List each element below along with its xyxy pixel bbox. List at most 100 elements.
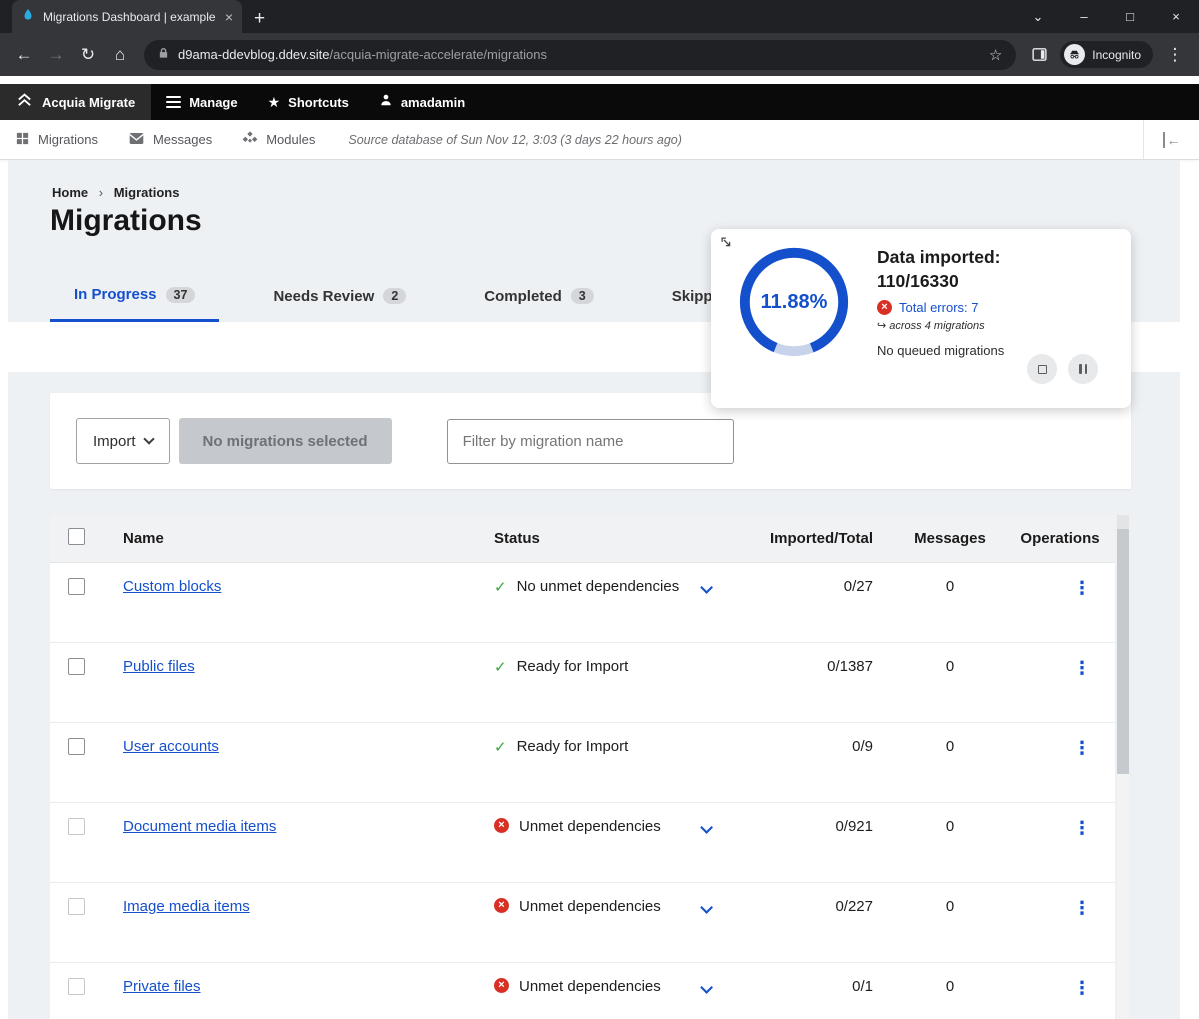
breadcrumb-home-link[interactable]: Home	[52, 185, 88, 200]
kebab-menu-icon[interactable]: ⋮	[1073, 898, 1091, 918]
messages-count: 0	[895, 802, 1005, 882]
nav-migrations[interactable]: Migrations	[0, 131, 113, 149]
kebab-menu-icon[interactable]: ⋮	[1073, 578, 1091, 598]
resize-corner-icon[interactable]	[719, 235, 734, 255]
row-checkbox[interactable]	[68, 978, 85, 995]
migration-link[interactable]: Custom blocks	[123, 578, 221, 595]
pause-button[interactable]	[1068, 354, 1098, 384]
imported-total: 0/9	[770, 722, 895, 802]
table-row: Custom blocks ✓No unmet dependencies 0/2…	[50, 562, 1115, 642]
tab-needs-review[interactable]: Needs Review 2	[249, 270, 430, 322]
pause-icon	[1079, 364, 1087, 374]
kebab-menu-icon[interactable]: ⋮	[1073, 738, 1091, 758]
hook-arrow-icon: ↪	[877, 320, 886, 332]
tab-strip: Migrations Dashboard | example × + ⌄ – □…	[0, 0, 1199, 33]
drupal-logo-icon	[21, 8, 35, 25]
migration-link[interactable]: Image media items	[123, 898, 250, 915]
messages-count: 0	[895, 962, 1005, 1019]
check-icon: ✓	[494, 738, 507, 756]
minimize-button[interactable]: –	[1061, 9, 1107, 24]
progress-percent: 11.88%	[735, 243, 853, 361]
manage-menu[interactable]: Manage	[151, 84, 252, 120]
scrollbar-up-button[interactable]	[1117, 515, 1129, 529]
row-checkbox[interactable]	[68, 898, 85, 915]
page-viewport: Acquia Migrate Manage ★ Shortcuts amadam…	[0, 76, 1199, 1019]
address-bar[interactable]: d9ama-ddevblog.ddev.site/acquia-migrate-…	[144, 40, 1016, 70]
breadcrumb-current: Migrations	[114, 185, 180, 200]
maximize-button[interactable]: □	[1107, 9, 1153, 24]
row-checkbox[interactable]	[68, 578, 85, 595]
collapse-icon: ←	[1163, 132, 1181, 148]
messages-count: 0	[895, 882, 1005, 962]
row-checkbox[interactable]	[68, 818, 85, 835]
admin-toolbar: Acquia Migrate Manage ★ Shortcuts amadam…	[0, 84, 1199, 120]
migration-link[interactable]: Document media items	[123, 818, 276, 835]
collapse-toolbar-button[interactable]: ←	[1143, 120, 1199, 159]
breadcrumb-separator: ›	[99, 185, 103, 200]
browser-toolbar: ← → ↻ ⌂ d9ama-ddevblog.ddev.site/acquia-…	[0, 33, 1199, 76]
forward-icon[interactable]: →	[40, 39, 72, 71]
secondary-toolbar: Migrations Messages Modules Source datab…	[0, 120, 1199, 160]
imported-total: 0/227	[770, 882, 895, 962]
kebab-menu-icon[interactable]: ⋮	[1073, 818, 1091, 838]
tab-search-chevron-icon[interactable]: ⌄	[1015, 9, 1061, 25]
kebab-menu-icon[interactable]: ⋮	[1073, 978, 1091, 998]
close-window-button[interactable]: ×	[1153, 9, 1199, 24]
migration-link[interactable]: Private files	[123, 978, 201, 995]
check-icon: ✓	[494, 578, 507, 596]
scrollbar-thumb[interactable]	[1117, 529, 1129, 774]
browser-window: Migrations Dashboard | example × + ⌄ – □…	[0, 0, 1199, 1019]
bookmark-star-icon[interactable]: ☆	[989, 46, 1002, 64]
select-all-checkbox[interactable]	[68, 528, 85, 545]
incognito-icon	[1064, 44, 1085, 65]
star-icon: ★	[268, 94, 281, 111]
import-dropdown-button[interactable]: Import	[76, 418, 170, 464]
error-icon: ×	[494, 978, 509, 993]
nav-modules[interactable]: Modules	[227, 130, 330, 149]
count-badge: 3	[571, 288, 594, 304]
reload-icon[interactable]: ↻	[72, 39, 104, 71]
incognito-badge: Incognito	[1060, 41, 1153, 68]
home-icon[interactable]: ⌂	[104, 39, 136, 71]
across-migrations-note: ↪ across 4 migrations	[877, 319, 1127, 332]
table-row: Image media items ×Unmet dependencies 0/…	[50, 882, 1115, 962]
breadcrumb: Home › Migrations	[52, 185, 179, 200]
messages-count: 0	[895, 562, 1005, 642]
row-checkbox[interactable]	[68, 658, 85, 675]
tab-close-icon[interactable]: ×	[225, 9, 233, 25]
filter-input[interactable]	[447, 419, 734, 464]
data-imported-label: Data imported:	[877, 245, 1127, 269]
table-row: Public files ✓Ready for Import 0/1387 0 …	[50, 642, 1115, 722]
tab-completed[interactable]: Completed 3	[460, 270, 617, 322]
acquia-migrate-brand[interactable]: Acquia Migrate	[0, 84, 151, 120]
migration-link[interactable]: Public files	[123, 658, 195, 675]
kebab-menu-icon[interactable]: ⋮	[1073, 658, 1091, 678]
row-checkbox[interactable]	[68, 738, 85, 755]
imported-total: 0/1387	[770, 642, 895, 722]
progress-card: 11.88% Data imported: 110/16330 × Total …	[711, 229, 1131, 408]
new-tab-button[interactable]: +	[254, 9, 265, 28]
imported-total: 0/27	[770, 562, 895, 642]
progress-ring: 11.88%	[735, 243, 853, 361]
tab-in-progress[interactable]: In Progress 37	[50, 270, 219, 322]
incognito-label: Incognito	[1092, 48, 1141, 62]
shortcuts-menu[interactable]: ★ Shortcuts	[253, 84, 364, 120]
side-panel-icon[interactable]	[1024, 46, 1054, 63]
back-icon[interactable]: ←	[8, 39, 40, 71]
stop-button[interactable]	[1027, 354, 1057, 384]
modules-icon	[242, 130, 258, 149]
window-controls: ⌄ – □ ×	[1015, 0, 1199, 33]
view-tabs: In Progress 37 Needs Review 2 Completed …	[50, 270, 754, 322]
main-content: Home › Migrations Migrations In Progress…	[0, 160, 1199, 1019]
total-errors-link[interactable]: Total errors: 7	[899, 300, 978, 315]
nav-messages[interactable]: Messages	[113, 131, 227, 149]
table-scrollbar[interactable]	[1117, 515, 1129, 1019]
migration-link[interactable]: User accounts	[123, 738, 219, 755]
no-migrations-selected-button[interactable]: No migrations selected	[179, 418, 392, 464]
browser-tab[interactable]: Migrations Dashboard | example ×	[12, 0, 242, 33]
browser-menu-icon[interactable]: ⋮	[1159, 39, 1191, 71]
table-row: Document media items ×Unmet dependencies…	[50, 802, 1115, 882]
imported-total: 0/1	[770, 962, 895, 1019]
table-row: Private files ×Unmet dependencies 0/1 0 …	[50, 962, 1115, 1019]
user-menu[interactable]: amadamin	[364, 84, 480, 120]
